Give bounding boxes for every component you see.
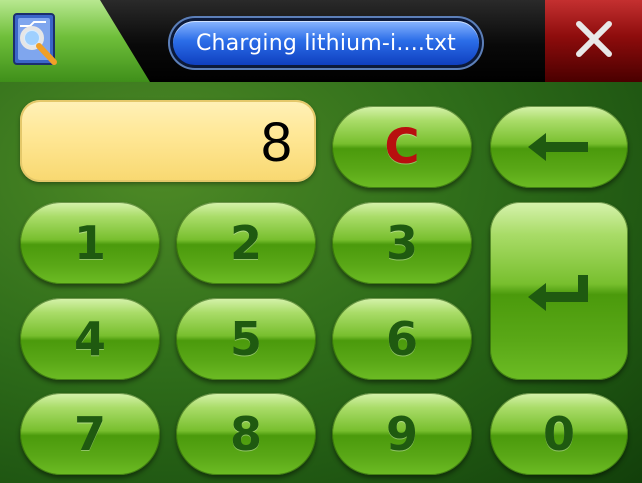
- digit-9-button[interactable]: 9: [332, 393, 472, 475]
- display-value: 8: [260, 109, 292, 173]
- digit-8-button[interactable]: 8: [176, 393, 316, 475]
- digit-label: 3: [385, 216, 418, 270]
- digit-label: 5: [229, 312, 262, 366]
- digit-1-button[interactable]: 1: [20, 202, 160, 284]
- calculator-window: Charging lithium-i....txt 8 C 1 2 3 4 5 …: [0, 0, 642, 483]
- filename-label: Charging lithium-i....txt: [173, 21, 479, 65]
- return-arrow-icon: [524, 269, 594, 313]
- digit-label: 2: [229, 216, 262, 270]
- digit-0-button[interactable]: 0: [490, 393, 628, 475]
- digit-label: 7: [73, 407, 106, 461]
- digit-6-button[interactable]: 6: [332, 298, 472, 380]
- digit-2-button[interactable]: 2: [176, 202, 316, 284]
- enter-button[interactable]: [490, 202, 628, 380]
- close-icon: [571, 16, 617, 66]
- digit-5-button[interactable]: 5: [176, 298, 316, 380]
- digit-label: 6: [385, 312, 418, 366]
- digit-label: 0: [542, 407, 575, 461]
- arrow-left-icon: [524, 127, 594, 167]
- number-display: 8: [20, 100, 316, 182]
- clear-label: C: [384, 119, 420, 175]
- title-bar: Charging lithium-i....txt: [0, 0, 642, 82]
- digit-label: 8: [229, 407, 262, 461]
- digit-label: 9: [385, 407, 418, 461]
- backspace-button[interactable]: [490, 106, 628, 188]
- filename-pill: Charging lithium-i....txt: [168, 16, 484, 70]
- magnifier-document-icon[interactable]: [10, 10, 66, 70]
- digit-4-button[interactable]: 4: [20, 298, 160, 380]
- digit-7-button[interactable]: 7: [20, 393, 160, 475]
- close-button[interactable]: [545, 0, 642, 82]
- digit-label: 1: [73, 216, 106, 270]
- clear-button[interactable]: C: [332, 106, 472, 188]
- digit-label: 4: [73, 312, 106, 366]
- digit-3-button[interactable]: 3: [332, 202, 472, 284]
